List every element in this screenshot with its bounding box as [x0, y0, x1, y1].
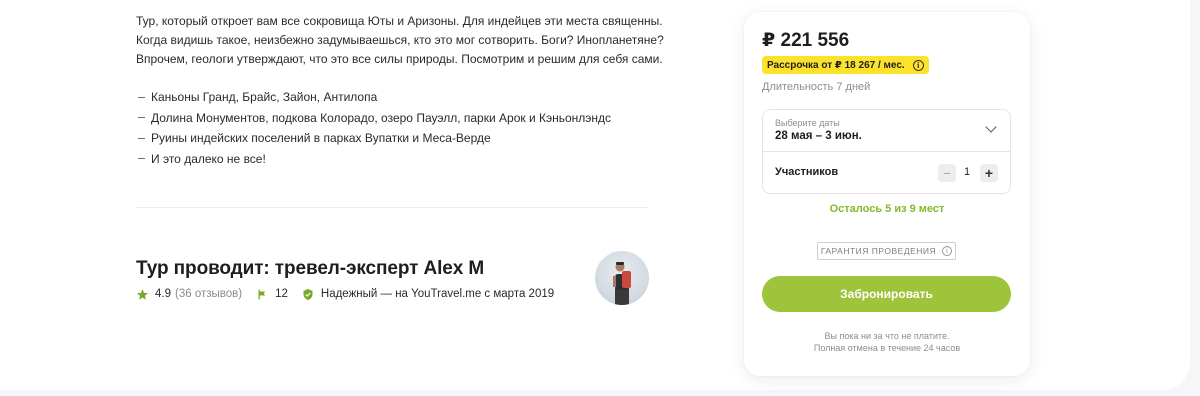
dash-icon [138, 117, 145, 119]
participants-stepper: Участников − 1 + [763, 152, 1010, 194]
increment-button[interactable]: + [980, 164, 998, 182]
guarantee-badge[interactable]: ГАРАНТИЯ ПРОВЕДЕНИЯ i [817, 242, 956, 260]
price: ₽ 221 556 [762, 30, 850, 51]
dates-value: 28 мая – 3 июн. [775, 130, 862, 142]
booking-options: Выберите даты 28 мая – 3 июн. Участников… [762, 109, 1011, 194]
list-item: Каньоны Гранд, Брайс, Зайон, Антилопа [138, 87, 652, 108]
book-button[interactable]: Забронировать [762, 276, 1011, 312]
page-background: Тур, который откроет вам все сокровища Ю… [0, 0, 1200, 396]
booking-card: ₽ 221 556 Рассрочка от ₽ 18 267 / мес. i… [744, 12, 1030, 376]
guide-tours-count: 12 [275, 288, 288, 300]
list-item: И это далеко не все! [138, 149, 652, 170]
guide-title[interactable]: Тур проводит: тревел-эксперт Alex M [136, 258, 484, 280]
guide-rating: 4.9 [155, 288, 171, 300]
payment-note: Вы пока ни за что не платите. [824, 331, 950, 341]
participants-value: 1 [964, 166, 971, 178]
seats-left: Осталось 5 из 9 мест [829, 203, 945, 215]
avatar-image [613, 262, 631, 305]
shield-check-icon [302, 288, 314, 301]
guide-meta: 4.9 (36 отзывов) 12 Надежный — на YouTra… [136, 286, 554, 302]
feature-list: Каньоны Гранд, Брайс, Зайон, Антилопа До… [132, 87, 652, 169]
description-intro: Тур, который откроет вам все сокровища Ю… [132, 8, 678, 69]
section-divider [136, 207, 649, 208]
star-icon [136, 288, 149, 301]
dash-icon [138, 158, 145, 160]
dates-select[interactable]: Выберите даты 28 мая – 3 июн. [763, 110, 1010, 152]
list-item: Руины индейских поселений в парках Вупат… [138, 128, 652, 149]
participants-label: Участников [775, 166, 839, 178]
guide-reviews-link[interactable]: (36 отзывов) [175, 288, 242, 300]
installment-badge[interactable]: Рассрочка от ₽ 18 267 / мес. i [762, 56, 929, 74]
dash-icon [138, 96, 145, 98]
duration: Длительность 7 дней [762, 81, 871, 93]
guide-reliable: Надежный — на YouTravel.me с марта 2019 [320, 288, 555, 300]
dates-label: Выберите даты [775, 118, 840, 128]
cancellation-note: Полная отмена в течение 24 часов [813, 343, 961, 353]
flag-icon [256, 288, 268, 301]
chevron-down-icon[interactable] [985, 121, 997, 133]
dash-icon [138, 137, 145, 139]
tour-description: Тур, который откроет вам все сокровища Ю… [132, 8, 678, 169]
decrement-button[interactable]: − [938, 164, 956, 182]
list-item: Долина Монументов, подкова Колорадо, озе… [138, 108, 652, 129]
avatar[interactable] [595, 251, 649, 305]
info-icon[interactable]: i [912, 59, 924, 71]
info-icon[interactable]: i [942, 246, 953, 256]
